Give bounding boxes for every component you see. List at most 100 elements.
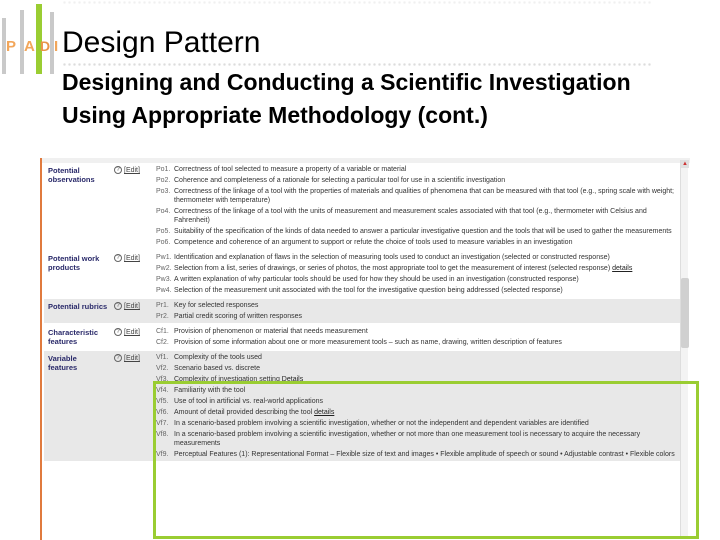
item-text-wrap: Provision of some information about one … <box>174 338 678 347</box>
decorative-dot-band <box>62 0 652 6</box>
logo-letter: A <box>24 38 35 55</box>
item-text: Partial credit scoring of written respon… <box>174 313 302 320</box>
item-text: Selection of the measurement unit associ… <box>174 287 563 294</box>
item-text-wrap: Identification and explanation of flaws … <box>174 253 678 262</box>
item-code: Pr1. <box>156 302 169 309</box>
section-items: Pr1. Key for selected responses Pr2. Partia… <box>154 299 680 323</box>
section-row: Potential observations? [Edit] Po1. Correct… <box>44 163 680 251</box>
section-edit: ? [Edit] <box>112 351 154 461</box>
list-item: Vf1. Complexity of the tools used <box>156 352 678 363</box>
section-row: Potential work products? [Edit] Pw1. Identi… <box>44 251 680 299</box>
question-circle-icon[interactable]: ? <box>114 166 122 174</box>
list-item: Po2. Coherence and completeness of a rati… <box>156 175 678 186</box>
section-row: Potential rubrics? [Edit] Pr1. Key for sele… <box>44 299 680 325</box>
item-code: Po1. <box>156 166 171 173</box>
section-edit: ? [Edit] <box>112 299 154 323</box>
item-text: Complexity of the tools used <box>174 354 262 361</box>
item-text-wrap: Correctness of the linkage of a tool wit… <box>174 187 678 205</box>
scroll-thumb[interactable] <box>681 278 689 348</box>
question-circle-icon[interactable]: ? <box>114 354 122 362</box>
list-item: Po1. Correctness of tool selected to meas… <box>156 164 678 175</box>
item-code: Pw4. <box>156 287 172 294</box>
item-code: Pw2. <box>156 265 172 272</box>
item-code: Cf1. <box>156 328 169 335</box>
item-text: Provision of some information about one … <box>174 339 562 346</box>
item-code: Vf1. <box>156 354 169 361</box>
question-circle-icon[interactable]: ? <box>114 254 122 262</box>
list-item: Pw2. Selection from a list, series of dra… <box>156 263 678 274</box>
logo-letter: D <box>40 38 51 54</box>
section-row: Characteristic features? [Edit] Cf1. Provis… <box>44 325 680 351</box>
item-text-wrap: Complexity of the tools used <box>174 353 678 362</box>
logo-letter: P <box>6 38 17 55</box>
logo-letter: I <box>54 38 59 55</box>
item-text: Suitability of the specification of the … <box>174 228 672 235</box>
item-code: Po6. <box>156 239 171 246</box>
section-edit: ? [Edit] <box>112 325 154 349</box>
item-text: Scenario based vs. discrete <box>174 365 260 372</box>
item-text: Selection from a list, series of drawing… <box>174 265 611 272</box>
item-code: Vf2. <box>156 365 169 372</box>
list-item: Cf1. Provision of phenomenon or material … <box>156 326 678 337</box>
details-link[interactable]: details <box>612 265 632 272</box>
item-text-wrap: Correctness of the linkage of a tool wit… <box>174 207 678 225</box>
item-text-wrap: Selection from a list, series of drawing… <box>174 264 678 273</box>
item-text-wrap: Competence and coherence of an argument … <box>174 238 678 247</box>
item-text-wrap: Correctness of tool selected to measure … <box>174 165 678 174</box>
list-item: Pw4. Selection of the measurement unit as… <box>156 285 678 296</box>
edit-link[interactable]: [Edit] <box>124 167 140 174</box>
section-label: Variable features <box>48 354 78 372</box>
item-text: Provision of phenomenon or material that… <box>174 328 368 335</box>
question-circle-icon[interactable]: ? <box>114 302 122 310</box>
item-text: Identification and explanation of flaws … <box>174 254 610 261</box>
section-items: Cf1. Provision of phenomenon or material … <box>154 325 680 349</box>
list-item: Po3. Correctness of the linkage of a tool… <box>156 186 678 206</box>
list-item: Vf2. Scenario based vs. discrete <box>156 363 678 374</box>
item-text-wrap: A written explanation of why particular … <box>174 275 678 284</box>
scroll-up-arrow-icon[interactable]: ▲ <box>681 160 689 168</box>
list-item: Pw3. A written explanation of why particu… <box>156 274 678 285</box>
edit-link[interactable]: [Edit] <box>124 355 140 362</box>
list-item: Cf2. Provision of some information about … <box>156 337 678 348</box>
slide-subtitle: Designing and Conducting a Scientific In… <box>62 69 631 128</box>
item-code: Po5. <box>156 228 171 235</box>
item-text-wrap: Provision of phenomenon or material that… <box>174 327 678 336</box>
section-edit: ? [Edit] <box>112 251 154 297</box>
item-text: A written explanation of why particular … <box>174 276 579 283</box>
item-code: Po2. <box>156 177 171 184</box>
item-text: Coherence and completeness of a rational… <box>174 177 506 184</box>
item-text: Correctness of the linkage of a tool wit… <box>174 208 647 224</box>
list-item: Pw1. Identification and explanation of fl… <box>156 252 678 263</box>
item-text-wrap: Scenario based vs. discrete <box>174 364 678 373</box>
question-circle-icon[interactable]: ? <box>114 328 122 336</box>
padi-logo: P A D I <box>0 0 60 80</box>
list-item: Pr2. Partial credit scoring of written re… <box>156 311 678 322</box>
edit-link[interactable]: [Edit] <box>124 303 140 310</box>
item-text-wrap: Key for selected responses <box>174 301 678 310</box>
section-label: Potential work products <box>48 254 100 272</box>
item-code: Cf2. <box>156 339 169 346</box>
item-text: Competence and coherence of an argument … <box>174 239 573 246</box>
slide-title: Design Pattern <box>62 26 261 59</box>
list-item: Po6. Competence and coherence of an argum… <box>156 237 678 248</box>
section-label: Characteristic features <box>48 328 99 346</box>
edit-link[interactable]: [Edit] <box>124 329 140 336</box>
variable-features-highlight-box <box>153 381 699 539</box>
list-item: Pr1. Key for selected responses <box>156 300 678 311</box>
section-items: Po1. Correctness of tool selected to meas… <box>154 163 680 249</box>
list-item: Po4. Correctness of the linkage of a tool… <box>156 206 678 226</box>
item-text-wrap: Coherence and completeness of a rational… <box>174 176 678 185</box>
item-text-wrap: Partial credit scoring of written respon… <box>174 312 678 321</box>
section-label: Potential rubrics <box>48 302 108 311</box>
section-items: Pw1. Identification and explanation of fl… <box>154 251 680 297</box>
section-label: Potential observations <box>48 166 95 184</box>
section-edit: ? [Edit] <box>112 163 154 249</box>
item-code: Pw3. <box>156 276 172 283</box>
item-text-wrap: Suitability of the specification of the … <box>174 227 678 236</box>
edit-link[interactable]: [Edit] <box>124 255 140 262</box>
item-text: Correctness of tool selected to measure … <box>174 166 407 173</box>
item-text: Key for selected responses <box>174 302 259 309</box>
item-code: Po4. <box>156 208 171 215</box>
list-item: Po5. Suitability of the specification of … <box>156 226 678 237</box>
item-code: Po3. <box>156 188 171 195</box>
